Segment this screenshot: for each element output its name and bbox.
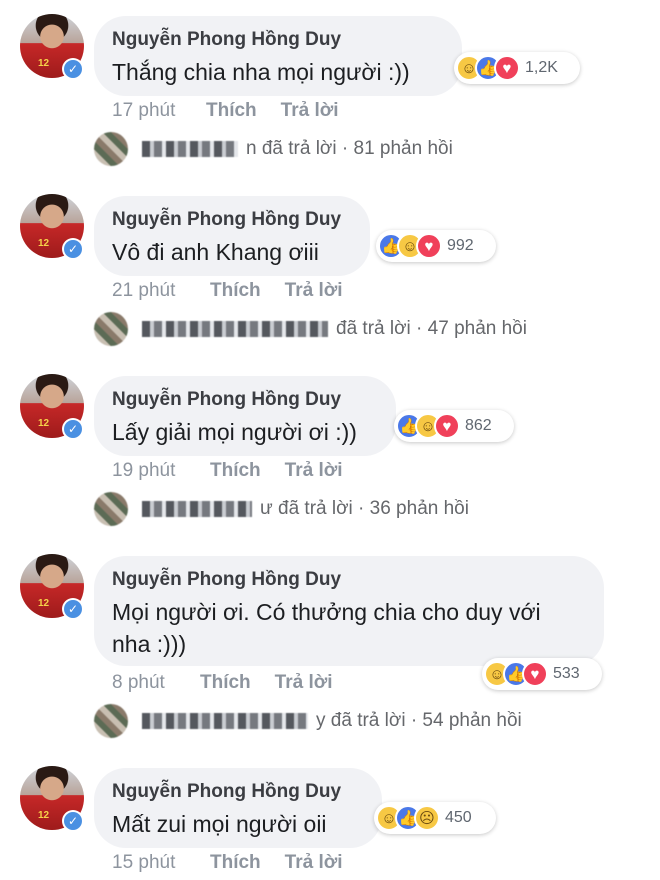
- reply-link[interactable]: Trả lời: [281, 100, 339, 122]
- comment-text: Vô đi anh Khang ơiii: [112, 239, 319, 265]
- comment-actions: 17 phút Thích Trả lời: [112, 100, 363, 122]
- reaction-count: 533: [553, 665, 580, 682]
- reply-summary[interactable]: ư đã trả lời · 36 phản hồi: [94, 492, 469, 526]
- comment-time[interactable]: 19 phút: [112, 460, 210, 482]
- reaction-count: 862: [465, 417, 492, 434]
- comment-actions: 19 phút Thích Trả lời: [112, 460, 367, 482]
- love-reaction-icon: ♥: [434, 413, 460, 439]
- verified-badge-icon: ✓: [62, 418, 84, 440]
- reaction-summary[interactable]: ☺ 👍 ♥ 533: [482, 658, 602, 690]
- reply-summary-text: ư đã trả lời · 36 phản hồi: [260, 498, 469, 519]
- comment-time[interactable]: 21 phút: [112, 280, 210, 302]
- comment-author[interactable]: Nguyễn Phong Hồng Duy: [112, 388, 376, 412]
- reaction-summary[interactable]: 👍 ☺ ♥ 992: [376, 230, 496, 262]
- reaction-count: 450: [445, 809, 472, 826]
- comment-text: Thắng chia nha mọi người :)): [112, 59, 410, 85]
- comment-actions: 8 phút Thích Trả lời: [112, 672, 357, 694]
- comment-author[interactable]: Nguyễn Phong Hồng Duy: [112, 28, 442, 52]
- reaction-summary[interactable]: ☺ 👍 ♥ 1,2K: [454, 52, 580, 84]
- comment-author[interactable]: Nguyễn Phong Hồng Duy: [112, 208, 350, 232]
- comment-bubble: Nguyễn Phong Hồng Duy Mất zui mọi người …: [94, 768, 382, 848]
- sad-reaction-icon: ☹: [414, 805, 440, 831]
- comment-bubble: Nguyễn Phong Hồng Duy Thắng chia nha mọi…: [94, 16, 462, 96]
- like-link[interactable]: Thích: [200, 672, 251, 694]
- comment-text: Mất zui mọi người oii: [112, 811, 327, 837]
- reply-summary[interactable]: n đã trả lời · 81 phản hồi: [94, 132, 453, 166]
- replier-avatar: [94, 132, 128, 166]
- love-reaction-icon: ♥: [416, 233, 442, 259]
- reply-summary-text: n đã trả lời · 81 phản hồi: [246, 138, 453, 159]
- comment-time[interactable]: 8 phút: [112, 672, 200, 694]
- verified-badge-icon: ✓: [62, 810, 84, 832]
- reply-summary[interactable]: y đã trả lời · 54 phản hồi: [94, 704, 522, 738]
- like-link[interactable]: Thích: [206, 100, 257, 122]
- blurred-replier-name: [142, 321, 328, 337]
- verified-badge-icon: ✓: [62, 598, 84, 620]
- like-link[interactable]: Thích: [210, 852, 261, 874]
- comment-actions: 15 phút Thích Trả lời: [112, 852, 367, 874]
- replier-avatar: [94, 704, 128, 738]
- like-link[interactable]: Thích: [210, 280, 261, 302]
- comment-time[interactable]: 15 phút: [112, 852, 210, 874]
- reply-summary-text: đã trả lời · 47 phản hồi: [336, 318, 527, 339]
- comment-text: Lấy giải mọi người ơi :)): [112, 419, 357, 445]
- reply-link[interactable]: Trả lời: [285, 280, 343, 302]
- comment-bubble: Nguyễn Phong Hồng Duy Mọi người ơi. Có t…: [94, 556, 604, 666]
- comment-time[interactable]: 17 phút: [112, 100, 206, 122]
- blurred-replier-name: [142, 713, 308, 729]
- reply-summary[interactable]: đã trả lời · 47 phản hồi: [94, 312, 527, 346]
- comment-text: Mọi người ơi. Có thưởng chia cho duy với…: [112, 599, 541, 657]
- reply-link[interactable]: Trả lời: [285, 852, 343, 874]
- blurred-replier-name: [142, 501, 252, 517]
- reaction-summary[interactable]: ☺ 👍 ☹ 450: [374, 802, 496, 834]
- verified-badge-icon: ✓: [62, 58, 84, 80]
- comment-author[interactable]: Nguyễn Phong Hồng Duy: [112, 780, 362, 804]
- comment-author[interactable]: Nguyễn Phong Hồng Duy: [112, 568, 584, 592]
- verified-badge-icon: ✓: [62, 238, 84, 260]
- comment-bubble: Nguyễn Phong Hồng Duy Lấy giải mọi người…: [94, 376, 396, 456]
- love-reaction-icon: ♥: [494, 55, 520, 81]
- reply-link[interactable]: Trả lời: [285, 460, 343, 482]
- reply-link[interactable]: Trả lời: [275, 672, 333, 694]
- comment-bubble: Nguyễn Phong Hồng Duy Vô đi anh Khang ơi…: [94, 196, 370, 276]
- like-link[interactable]: Thích: [210, 460, 261, 482]
- replier-avatar: [94, 492, 128, 526]
- love-reaction-icon: ♥: [522, 661, 548, 687]
- reply-summary-text: y đã trả lời · 54 phản hồi: [316, 710, 522, 731]
- comment-actions: 21 phút Thích Trả lời: [112, 280, 367, 302]
- blurred-replier-name: [142, 141, 238, 157]
- reaction-count: 1,2K: [525, 59, 558, 76]
- reaction-summary[interactable]: 👍 ☺ ♥ 862: [394, 410, 514, 442]
- replier-avatar: [94, 312, 128, 346]
- reaction-count: 992: [447, 237, 474, 254]
